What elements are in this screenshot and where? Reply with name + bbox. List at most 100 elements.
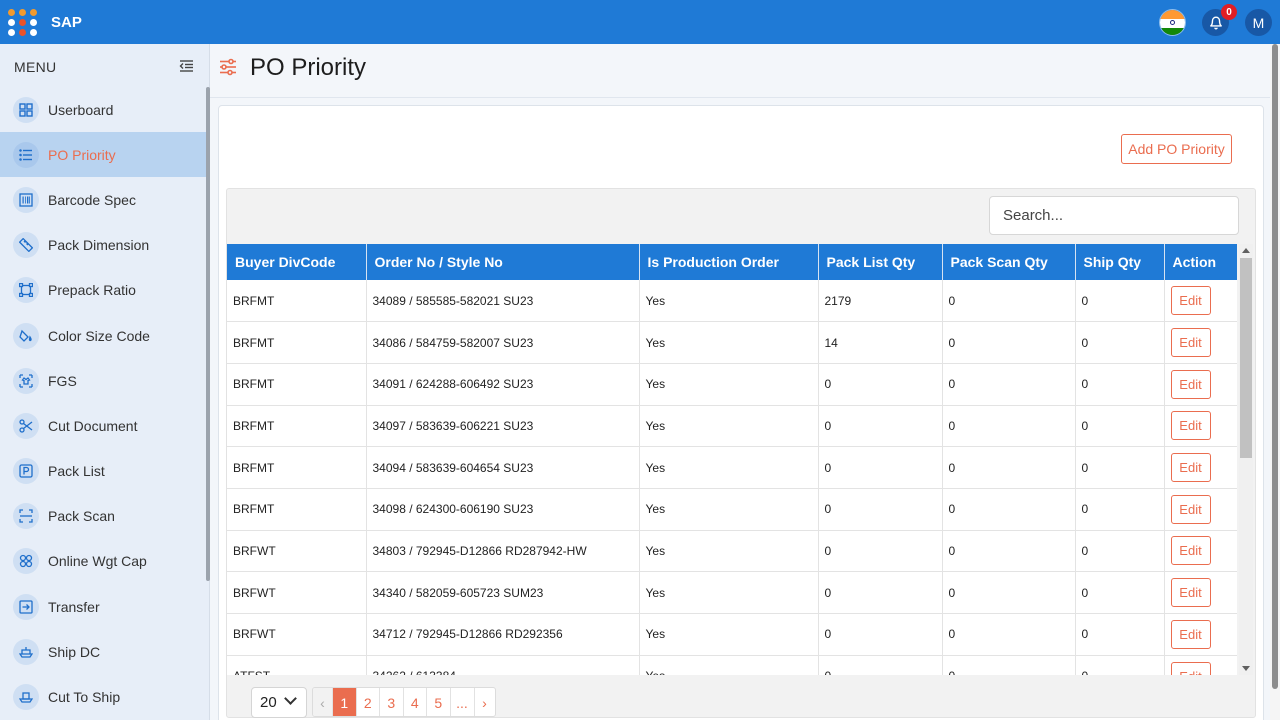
column-header-pack-list-qty[interactable]: Pack List Qty bbox=[818, 244, 943, 280]
page-button-2[interactable]: 2 bbox=[357, 688, 380, 716]
sidebar-item-prepack-ratio[interactable]: Prepack Ratio bbox=[0, 268, 206, 313]
table-cell-order: 34094 / 583639-604654 SU23 bbox=[366, 446, 640, 489]
page-scrollbar[interactable] bbox=[1270, 44, 1280, 720]
table-row: BRFWT 34340 / 582059-605723 SUM23 Yes 0 0 0 Ed… bbox=[227, 571, 1237, 614]
edit-button[interactable]: Edit bbox=[1170, 369, 1211, 399]
shirt-icon bbox=[13, 367, 39, 394]
table-cell-pack-scan: 0 bbox=[942, 321, 1076, 364]
scroll-up-arrow-icon[interactable] bbox=[1242, 248, 1250, 253]
sidebar-item-label: Barcode Spec bbox=[48, 191, 136, 208]
scroll-down-arrow-icon[interactable] bbox=[1242, 666, 1250, 671]
page-button-5[interactable]: 5 bbox=[427, 688, 451, 716]
table-cell-ship: 0 bbox=[1075, 363, 1165, 406]
page-button-3[interactable]: 3 bbox=[380, 688, 404, 716]
next-page-button[interactable]: › bbox=[475, 688, 495, 716]
app-logo-icon[interactable] bbox=[8, 9, 38, 36]
prev-page-button[interactable]: ‹ bbox=[313, 688, 333, 716]
edit-button[interactable]: Edit bbox=[1170, 286, 1211, 316]
table-cell-prod: Yes bbox=[639, 613, 819, 656]
india-flag-icon[interactable] bbox=[1159, 9, 1186, 36]
table-cell-action: Edit bbox=[1164, 655, 1237, 675]
table-cell-order: 34091 / 624288-606492 SU23 bbox=[366, 363, 640, 406]
sidebar-item-userboard[interactable]: Userboard bbox=[0, 87, 206, 132]
sidebar-item-barcode-spec[interactable]: Barcode Spec bbox=[0, 177, 206, 222]
table-scrollbar[interactable] bbox=[1239, 244, 1253, 675]
box-ship-icon bbox=[13, 684, 39, 711]
table-row: BRFMT 34086 / 584759-582007 SU23 Yes 14 0 0 Ed… bbox=[227, 321, 1237, 364]
data-table-viewport: Buyer DivCode Order No / Style No Is Pro… bbox=[227, 244, 1237, 675]
sidebar-scrollbar[interactable] bbox=[206, 87, 210, 581]
table-cell-pack-list: 0 bbox=[818, 571, 943, 614]
edit-button[interactable]: Edit bbox=[1170, 328, 1211, 358]
edit-button[interactable]: Edit bbox=[1170, 536, 1211, 566]
sidebar-item-label: Userboard bbox=[48, 101, 114, 118]
table-scrollbar-thumb[interactable] bbox=[1240, 258, 1252, 458]
add-po-priority-button[interactable]: Add PO Priority bbox=[1121, 134, 1232, 164]
edit-button[interactable]: Edit bbox=[1170, 619, 1211, 649]
filter-sliders-icon bbox=[220, 58, 236, 76]
table-cell-order: 34712 / 792945-D12866 RD292356 bbox=[366, 613, 640, 656]
column-header-order-style[interactable]: Order No / Style No bbox=[366, 244, 640, 280]
table-cell-pack-list: 14 bbox=[818, 321, 943, 364]
sidebar-item-po-priority[interactable]: PO Priority bbox=[0, 132, 206, 178]
table-cell-action: Edit bbox=[1164, 363, 1237, 406]
user-avatar[interactable]: M bbox=[1245, 9, 1272, 36]
table-cell-pack-scan: 0 bbox=[942, 655, 1076, 675]
column-header-ship-qty[interactable]: Ship Qty bbox=[1075, 244, 1165, 280]
table-cell-buyer: BRFWT bbox=[227, 571, 367, 614]
sidebar-item-ship-dc[interactable]: Ship DC bbox=[0, 629, 206, 674]
column-header-action: Action bbox=[1164, 244, 1237, 280]
po-priority-table: Buyer DivCode Order No / Style No Is Pro… bbox=[227, 244, 1237, 675]
table-header-row: Buyer DivCode Order No / Style No Is Pro… bbox=[227, 244, 1237, 280]
table-cell-action: Edit bbox=[1164, 488, 1237, 531]
table-cell-buyer: BRFMT bbox=[227, 280, 367, 323]
sidebar-item-label: FGS bbox=[48, 372, 77, 389]
table-cell-pack-list: 0 bbox=[818, 446, 943, 489]
table-cell-buyer: BRFMT bbox=[227, 446, 367, 489]
sidebar-item-cut-document[interactable]: Cut Document bbox=[0, 403, 206, 448]
menu-collapse-icon[interactable] bbox=[179, 59, 194, 73]
top-bar: SAP 0 M bbox=[0, 0, 1280, 44]
search-input[interactable] bbox=[989, 196, 1239, 235]
vector-square-icon bbox=[13, 277, 39, 304]
page-ellipsis[interactable]: ... bbox=[451, 688, 475, 716]
edit-button[interactable]: Edit bbox=[1170, 494, 1211, 524]
barcode-icon bbox=[13, 186, 39, 213]
sidebar-item-transfer[interactable]: Transfer bbox=[0, 584, 206, 629]
edit-button[interactable]: Edit bbox=[1170, 661, 1211, 675]
table-cell-ship: 0 bbox=[1075, 405, 1165, 448]
edit-button[interactable]: Edit bbox=[1170, 411, 1211, 441]
column-header-pack-scan-qty[interactable]: Pack Scan Qty bbox=[942, 244, 1076, 280]
sidebar-item-label: PO Priority bbox=[48, 146, 116, 163]
sidebar-item-fgs[interactable]: FGS bbox=[0, 358, 206, 403]
sidebar-item-color-size-code[interactable]: Color Size Code bbox=[0, 313, 206, 358]
table-cell-pack-list: 0 bbox=[818, 613, 943, 656]
sidebar-item-label: Pack Scan bbox=[48, 508, 115, 525]
table-cell-action: Edit bbox=[1164, 405, 1237, 448]
sidebar: MENU Userboard PO Priority Barcode Spec bbox=[0, 44, 210, 720]
page-button-4[interactable]: 4 bbox=[404, 688, 427, 716]
table-cell-pack-list: 0 bbox=[818, 488, 943, 531]
table-cell-ship: 0 bbox=[1075, 321, 1165, 364]
sidebar-item-cut-to-ship[interactable]: Cut To Ship bbox=[0, 674, 206, 719]
sidebar-item-pack-scan[interactable]: Pack Scan bbox=[0, 494, 206, 539]
edit-button[interactable]: Edit bbox=[1170, 578, 1211, 608]
table-cell-prod: Yes bbox=[639, 321, 819, 364]
column-header-production-order[interactable]: Is Production Order bbox=[639, 244, 819, 280]
table-cell-buyer: BRFMT bbox=[227, 488, 367, 531]
table-cell-prod: Yes bbox=[639, 655, 819, 675]
sidebar-item-pack-list[interactable]: Pack List bbox=[0, 449, 206, 494]
table-cell-ship: 0 bbox=[1075, 280, 1165, 323]
edit-button[interactable]: Edit bbox=[1170, 453, 1211, 483]
page-size-select[interactable]: 20 bbox=[251, 687, 307, 718]
page-button-1[interactable]: 1 bbox=[333, 688, 357, 716]
table-cell-prod: Yes bbox=[639, 488, 819, 531]
table-cell-pack-list: 0 bbox=[818, 363, 943, 406]
list-icon bbox=[13, 141, 39, 168]
page-scrollbar-thumb[interactable] bbox=[1272, 44, 1278, 689]
column-header-buyer-divcode[interactable]: Buyer DivCode bbox=[227, 244, 367, 280]
sidebar-item-online-wgt-cap[interactable]: Online Wgt Cap bbox=[0, 539, 206, 584]
table-row: BRFMT 34089 / 585585-582021 SU23 Yes 2179 0 0… bbox=[227, 280, 1237, 323]
sidebar-item-pack-dimension[interactable]: Pack Dimension bbox=[0, 223, 206, 268]
table-cell-pack-list: 2179 bbox=[818, 280, 943, 323]
